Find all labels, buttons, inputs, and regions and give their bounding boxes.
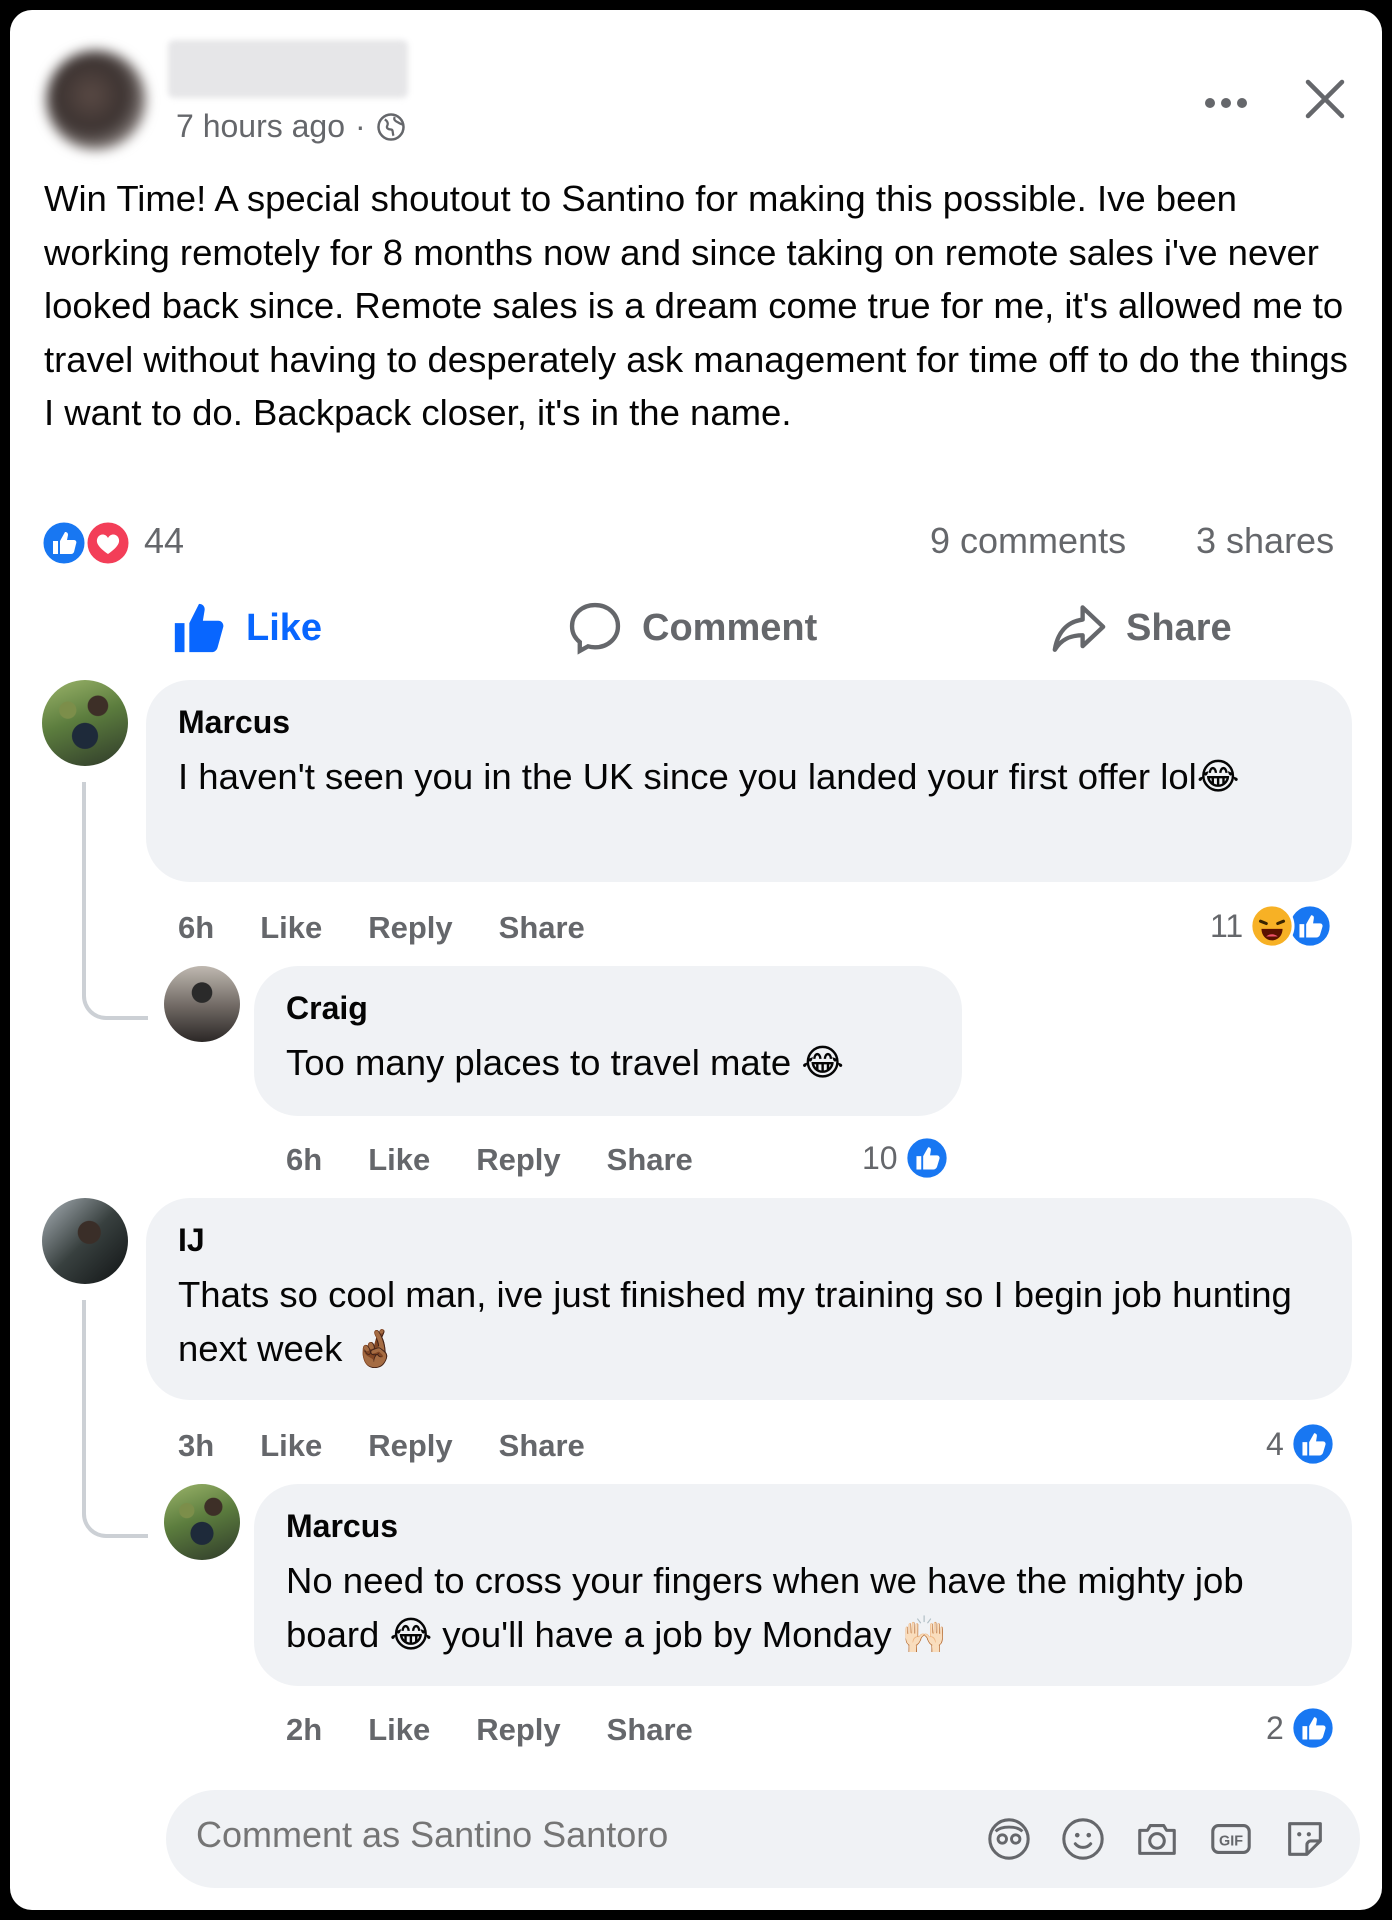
comment-icon bbox=[569, 602, 621, 655]
comment-text: Too many places to travel mate 😂 bbox=[286, 1042, 844, 1083]
post-text: Win Time! A special shoutout to Santino … bbox=[44, 178, 1348, 433]
comment-reply-button[interactable]: Reply bbox=[476, 1712, 560, 1748]
avatar-icon[interactable] bbox=[986, 1816, 1032, 1862]
more-icon[interactable] bbox=[1200, 88, 1252, 118]
avatar[interactable] bbox=[42, 1198, 128, 1284]
gif-icon[interactable]: GIF bbox=[1208, 1816, 1254, 1862]
comment-like-button[interactable]: Like bbox=[368, 1712, 430, 1748]
comment-text: Thats so cool man, ive just finished my … bbox=[178, 1274, 1292, 1369]
comment-reply-button[interactable]: Reply bbox=[476, 1142, 560, 1178]
comment-reaction-count: 10 bbox=[862, 1139, 898, 1176]
comments-count[interactable]: 9 comments bbox=[930, 520, 1126, 562]
comment-label: Comment bbox=[642, 606, 818, 649]
comment-bubble: Marcus I haven't seen you in the UK sinc… bbox=[146, 680, 1352, 882]
comment-share-button[interactable]: Share bbox=[607, 1142, 693, 1178]
emoji-icon[interactable] bbox=[1060, 1816, 1106, 1862]
comment-bubble: IJ Thats so cool man, ive just finished … bbox=[146, 1198, 1352, 1400]
globe-icon bbox=[376, 112, 405, 141]
reaction-count[interactable]: 44 bbox=[144, 520, 184, 562]
comment-text: I haven't seen you in the UK since you l… bbox=[178, 756, 1240, 797]
comment-input[interactable] bbox=[196, 1814, 956, 1856]
comment-actions: 2h Like Reply Share bbox=[286, 1712, 693, 1748]
share-label: Share bbox=[1126, 606, 1232, 649]
avatar[interactable] bbox=[164, 1484, 240, 1560]
comment-reactions[interactable]: 2 bbox=[1266, 1705, 1336, 1751]
camera-icon[interactable] bbox=[1134, 1816, 1180, 1862]
comment-composer[interactable]: GIF bbox=[166, 1790, 1360, 1888]
sticker-icon[interactable] bbox=[1282, 1816, 1328, 1862]
thread-line bbox=[82, 782, 148, 1020]
comment-reply-button[interactable]: Reply bbox=[368, 910, 452, 946]
shares-count[interactable]: 3 shares bbox=[1196, 520, 1334, 562]
avatar[interactable] bbox=[42, 680, 128, 766]
post-timestamp[interactable]: 7 hours ago bbox=[176, 108, 345, 145]
close-icon[interactable] bbox=[1300, 74, 1350, 124]
comment-actions: 6h Like Reply Share bbox=[178, 910, 585, 946]
comment-actions: 6h Like Reply Share bbox=[286, 1142, 693, 1178]
comment-author[interactable]: IJ bbox=[178, 1220, 1322, 1260]
like-button[interactable]: Like bbox=[170, 598, 322, 658]
post-meta: 7 hours ago · bbox=[176, 108, 406, 145]
comment-bubble: Craig Too many places to travel mate 😂 bbox=[254, 966, 962, 1116]
poster-avatar[interactable] bbox=[46, 50, 146, 150]
comment-bubble: Marcus No need to cross your fingers whe… bbox=[254, 1484, 1352, 1686]
comment-reactions[interactable]: 4 bbox=[1266, 1421, 1336, 1467]
comment-reactions[interactable]: 11 bbox=[1210, 903, 1333, 949]
comment-time[interactable]: 2h bbox=[286, 1712, 322, 1748]
comment-actions: 3h Like Reply Share bbox=[178, 1428, 585, 1464]
comment-button[interactable]: Comment bbox=[566, 598, 817, 658]
comment-reply-button[interactable]: Reply bbox=[368, 1428, 452, 1464]
comment-reaction-count: 11 bbox=[1210, 907, 1244, 944]
comment-time[interactable]: 6h bbox=[286, 1142, 322, 1178]
thread-line bbox=[82, 1300, 148, 1538]
meta-separator: · bbox=[355, 108, 366, 144]
share-icon bbox=[1052, 605, 1106, 652]
comment-like-button[interactable]: Like bbox=[260, 910, 322, 946]
comment-author[interactable]: Marcus bbox=[178, 702, 1322, 742]
like-reaction-icon bbox=[904, 1135, 950, 1181]
avatar[interactable] bbox=[164, 966, 240, 1042]
comment-time[interactable]: 3h bbox=[178, 1428, 214, 1464]
comment-author[interactable]: Marcus bbox=[286, 1506, 1322, 1546]
love-reaction-icon bbox=[84, 519, 132, 567]
comment-share-button[interactable]: Share bbox=[499, 1428, 585, 1464]
comment-share-button[interactable]: Share bbox=[499, 910, 585, 946]
comment-author[interactable]: Craig bbox=[286, 988, 932, 1028]
comment-like-button[interactable]: Like bbox=[368, 1142, 430, 1178]
comment-reaction-count: 4 bbox=[1266, 1425, 1284, 1462]
comment-reaction-count: 2 bbox=[1266, 1709, 1284, 1746]
thumbs-up-icon bbox=[174, 603, 224, 653]
comment-share-button[interactable]: Share bbox=[607, 1712, 693, 1748]
comment-time[interactable]: 6h bbox=[178, 910, 214, 946]
comment-reactions[interactable]: 10 bbox=[862, 1135, 950, 1181]
svg-text:GIF: GIF bbox=[1219, 1833, 1243, 1849]
share-button[interactable]: Share bbox=[1050, 598, 1232, 658]
reaction-summary[interactable] bbox=[38, 518, 138, 568]
haha-reaction-icon bbox=[1249, 903, 1295, 949]
comment-text: No need to cross your fingers when we ha… bbox=[286, 1560, 1244, 1655]
like-label: Like bbox=[246, 606, 323, 649]
like-reaction-icon bbox=[1290, 1705, 1336, 1751]
like-reaction-icon bbox=[1290, 1421, 1336, 1467]
comment-like-button[interactable]: Like bbox=[260, 1428, 322, 1464]
poster-name-redacted[interactable] bbox=[168, 40, 408, 98]
post-card: 7 hours ago · Win Time! A special shouto… bbox=[10, 10, 1382, 1910]
like-reaction-icon bbox=[40, 519, 88, 567]
